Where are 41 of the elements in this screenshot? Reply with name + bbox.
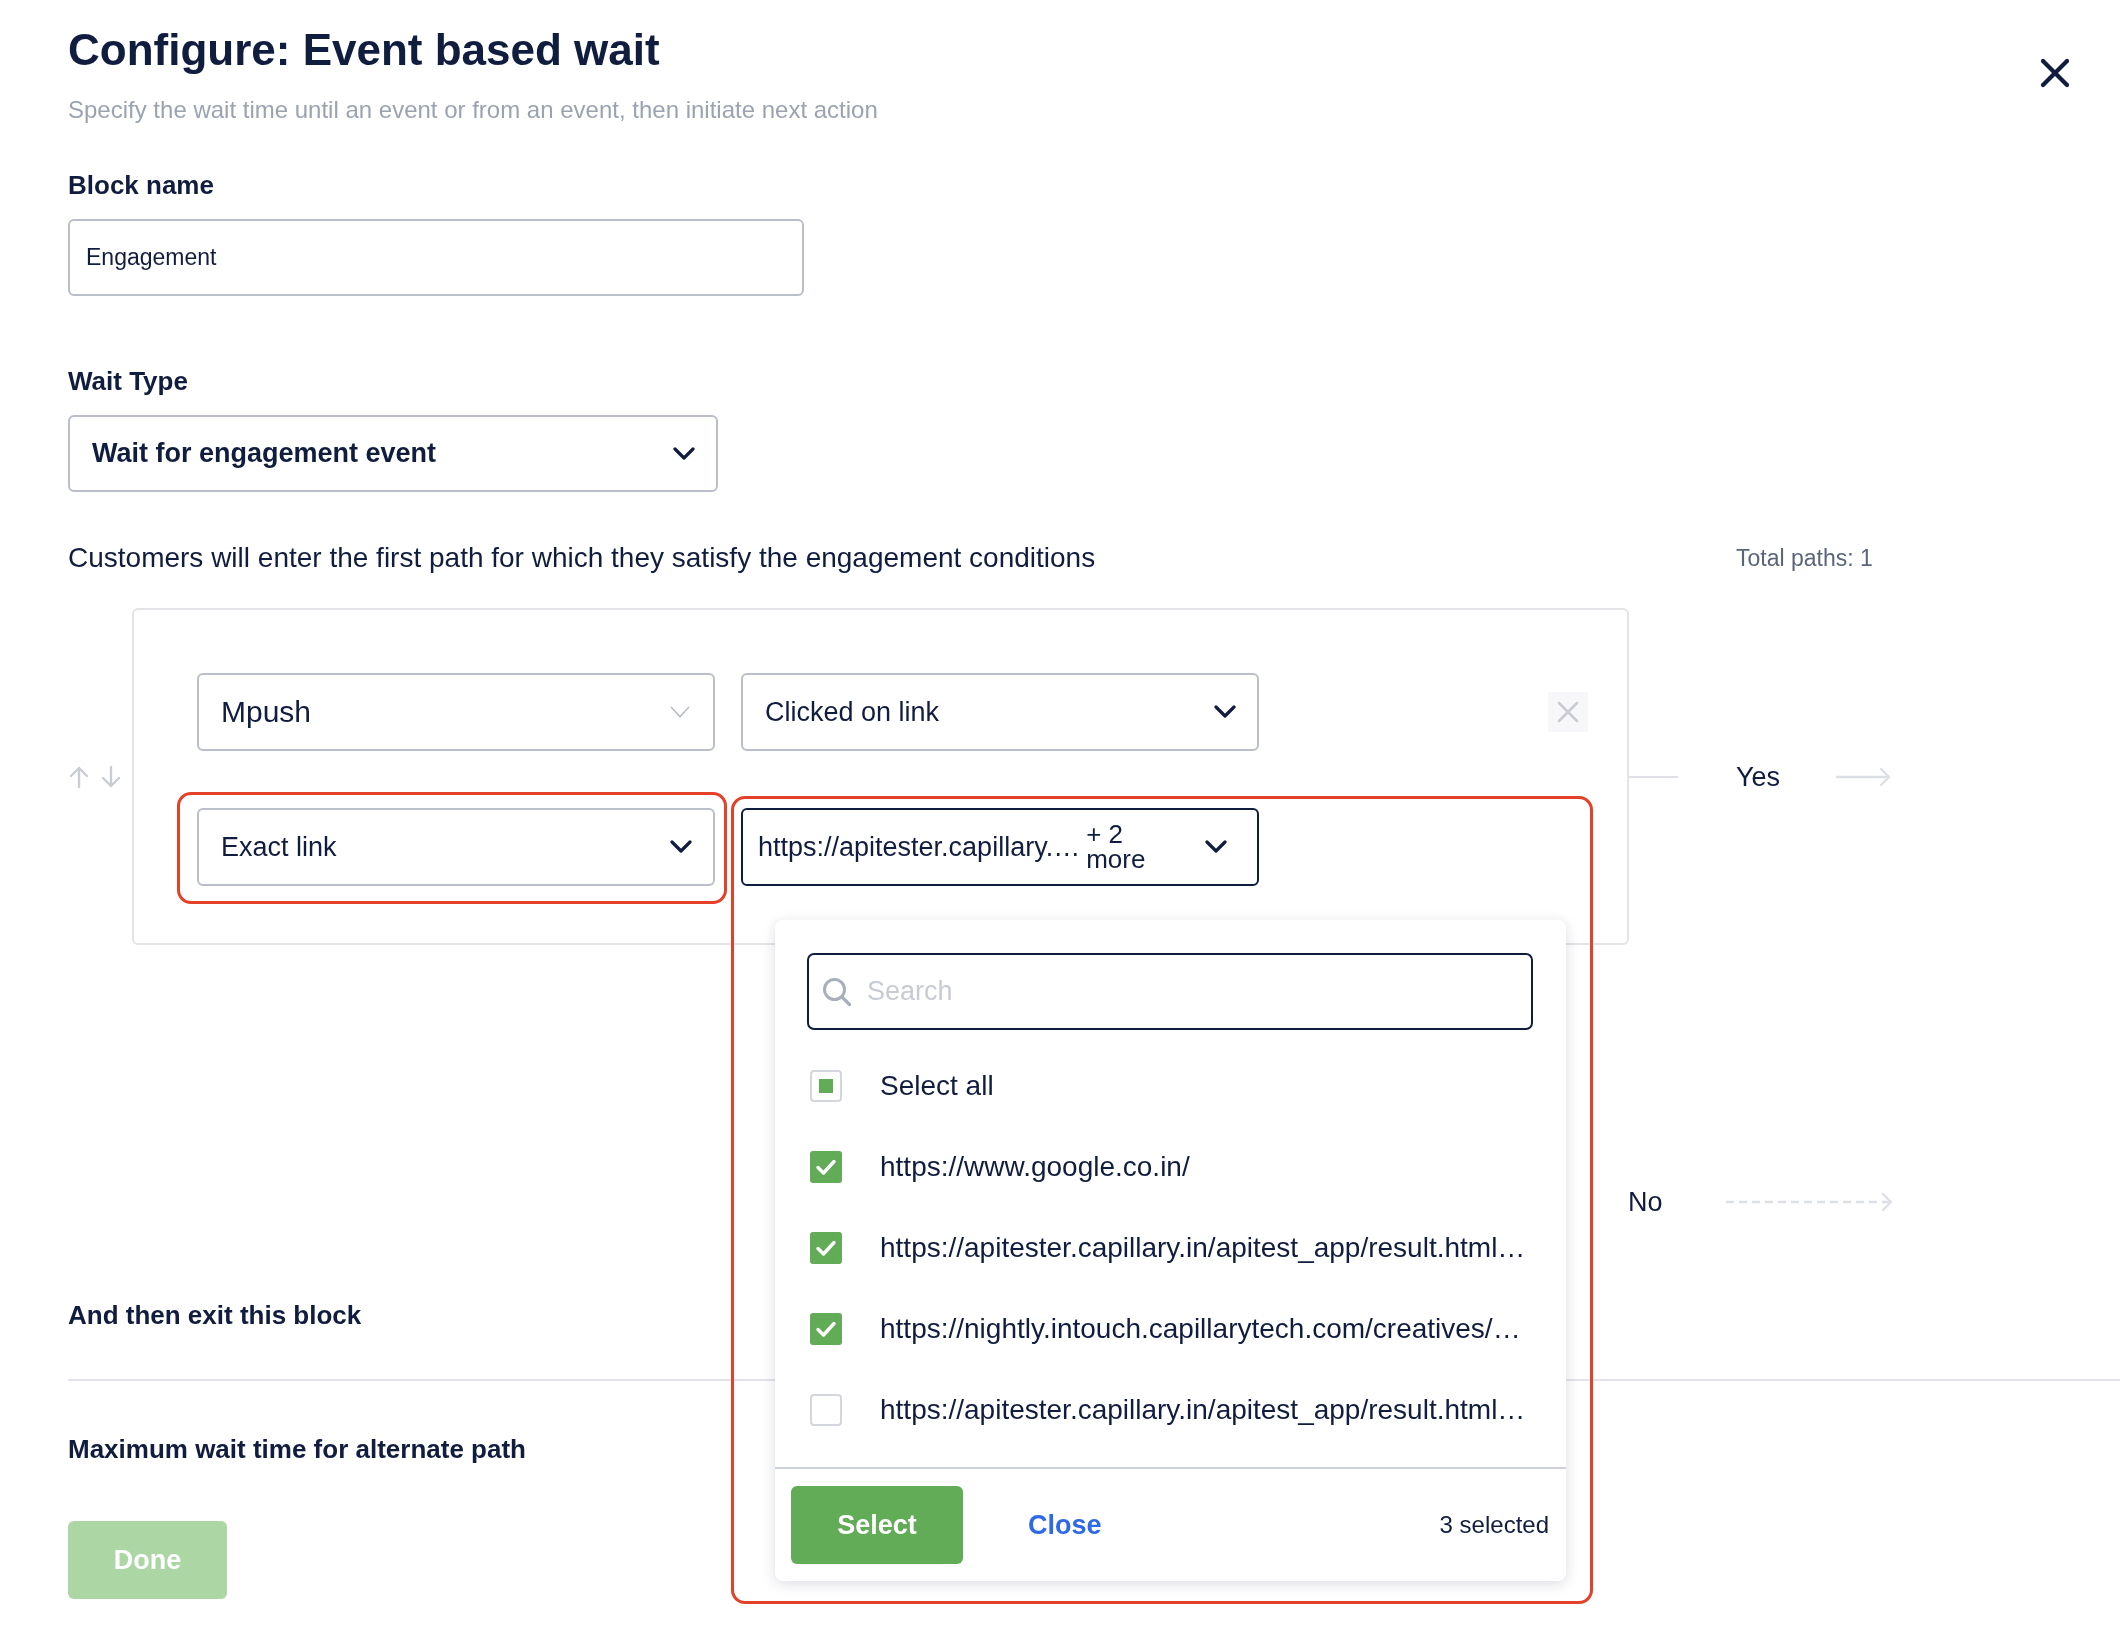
checkbox[interactable] (810, 1393, 842, 1426)
path-description: Customers will enter the first path for which they satisfy the engagement conditions (68, 541, 1096, 575)
option-label[interactable]: https://nightly.intouch.capillarytech.com/creatives/… (880, 1312, 1521, 1345)
checkbox[interactable] (810, 1069, 842, 1102)
page-subtitle: Specify the wait time until an event or from an event, then initiate next action (68, 95, 878, 125)
dashed-arrow-icon (1724, 1192, 1893, 1212)
option-label[interactable]: https://www.google.co.in/ (880, 1150, 1190, 1183)
arrow-down-icon[interactable] (100, 764, 122, 789)
close-link[interactable]: Close (1028, 1509, 1102, 1541)
chevron-down-icon (1205, 840, 1227, 854)
chevron-down-icon (1214, 705, 1236, 719)
chevron-down-icon (673, 446, 695, 461)
text-input[interactable]: Engagement (68, 219, 804, 296)
dropdown-select[interactable]: Clicked on link (741, 673, 1259, 751)
field-label: Wait Type (68, 365, 188, 398)
selection-count: 3 selected (1439, 1511, 1549, 1539)
section-label: Maximum wait time for alternate path (68, 1433, 526, 1466)
branch-label: Yes (1736, 760, 1781, 794)
option-label[interactable]: https://apitester.capillary.in/apitest_app/result.html… (880, 1231, 1526, 1264)
search-field[interactable]: Search (807, 953, 1533, 1030)
total-paths-count: Total paths: 1 (1736, 544, 1873, 573)
chevron-down-icon (670, 840, 692, 854)
dropdown-select[interactable]: Mpush (197, 673, 715, 751)
search-icon (822, 977, 852, 1007)
close-button[interactable] (2040, 58, 2070, 88)
close-icon[interactable] (1548, 692, 1588, 732)
dropdown-select[interactable]: Wait for engagement event (68, 415, 718, 492)
arrow-right-icon (1835, 766, 1892, 787)
chevron-down-icon (670, 706, 690, 718)
page-title: Configure: Event based wait (68, 24, 660, 76)
branch-label: No (1628, 1186, 1663, 1219)
checkbox[interactable] (810, 1150, 842, 1183)
option-label[interactable]: https://apitester.capillary.in/apitest_app/result.html… (880, 1393, 1526, 1426)
section-label: And then exit this block (68, 1299, 362, 1332)
dropdown-select[interactable]: Exact link (197, 808, 715, 886)
close-icon (2040, 58, 2070, 88)
checkbox[interactable] (810, 1312, 842, 1345)
checkbox[interactable] (810, 1231, 842, 1264)
field-label: Block name (68, 169, 214, 202)
arrow-up-icon[interactable] (68, 764, 90, 789)
option-label[interactable]: Select all (880, 1069, 994, 1102)
